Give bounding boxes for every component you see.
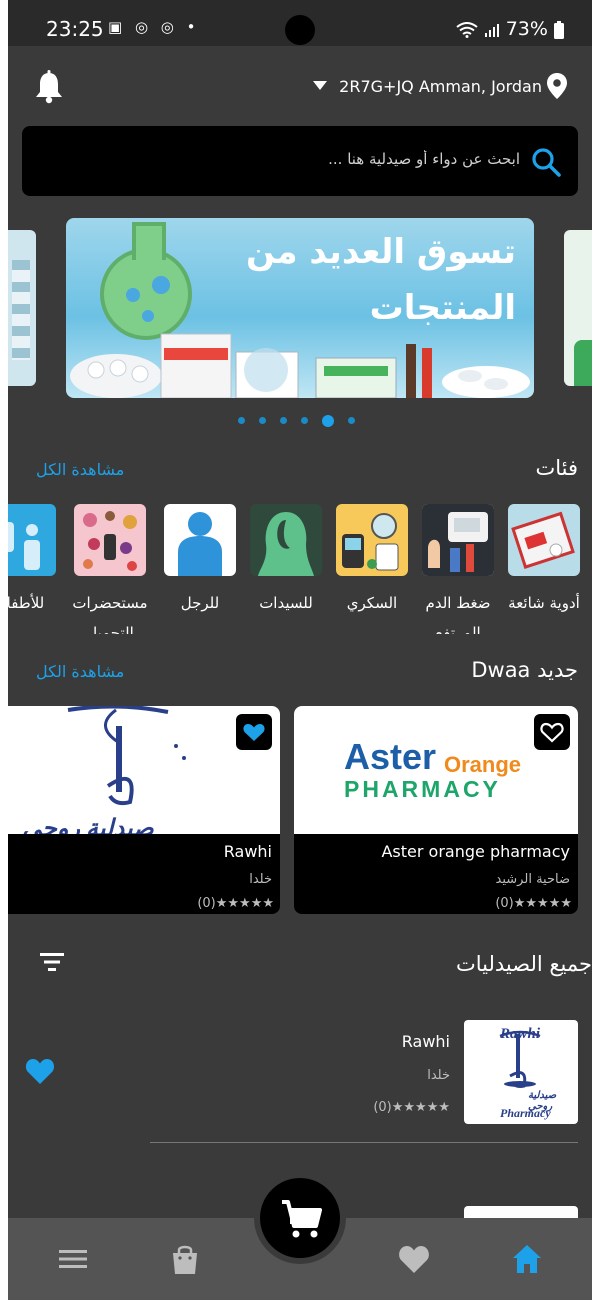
pharmacy-name: Rawhi [401, 1032, 450, 1051]
heart-filled-icon[interactable] [24, 1056, 56, 1086]
category-image [422, 504, 494, 576]
carousel-dot[interactable] [259, 417, 266, 424]
banner-prev-peek[interactable] [8, 230, 36, 386]
logo-subtext: PHARMACY [344, 776, 501, 802]
cart-button[interactable] [260, 1178, 340, 1258]
category-image [164, 504, 236, 576]
cart-icon [282, 1200, 322, 1238]
search-bar[interactable] [22, 126, 578, 196]
pharmacy-rating: (0)★★★★★ [373, 1100, 450, 1115]
new-dwaa-title: جديد Dwaa [471, 658, 578, 682]
category-label: للأطفال [8, 594, 45, 612]
bag-icon[interactable] [168, 1242, 202, 1276]
promo-banner[interactable]: تسوق العديد من المنتجات [66, 218, 534, 398]
logo-text: Aster [344, 736, 437, 777]
status-time: 23:25 [46, 17, 104, 41]
category-common-medicines[interactable]: أدوية شائعة [508, 504, 584, 612]
pharmacy-card-aster[interactable]: Aster Orange PHARMACY Aster orange pharm… [294, 706, 578, 914]
caret-down-icon [313, 81, 328, 90]
category-image [336, 504, 408, 576]
status-right: 73% [456, 18, 564, 40]
favorite-button[interactable] [534, 714, 570, 750]
pharmacy-rating: (0)★★★★★ [495, 896, 572, 911]
pharmacy-name: Aster orange pharmacy [381, 842, 570, 861]
category-label: السكري [346, 594, 398, 612]
location-text: 2R7G+JQ Amman, Jordan [339, 77, 542, 96]
logo-accent: Orange [444, 752, 522, 777]
category-label: أدوية شائعة [508, 594, 580, 612]
bell-icon[interactable] [34, 70, 64, 104]
category-men[interactable]: للرجل [164, 504, 240, 612]
category-label: للرجل [180, 594, 220, 612]
home-icon[interactable] [510, 1242, 544, 1276]
logo-arabic: صيدلية روحي [528, 1090, 557, 1112]
category-label: للسيدات [259, 594, 313, 612]
pharmacy-rating: (0)★★★★★ [197, 896, 274, 911]
category-image [250, 504, 322, 576]
category-diabetes[interactable]: السكري [336, 504, 412, 612]
battery-icon [554, 20, 564, 39]
categories-title: فئات [535, 456, 578, 480]
banner-next-peek[interactable] [564, 230, 592, 386]
pharmacy-card-rawhi[interactable]: صيدلية روحي Rawhi خلدا (0)★★★★★ [8, 706, 280, 914]
location-selector[interactable]: 2R7G+JQ Amman, Jordan [313, 77, 542, 96]
favorite-button[interactable] [236, 714, 272, 750]
categories-row: أدوية شائعة ضغط الدم المرتفع السكري للسي… [8, 504, 592, 634]
pharmacy-list-item[interactable]: Rawhi Pharmacy صيدلية روحي Rawhi خلدا (0… [8, 1018, 592, 1130]
all-pharmacies-title: جميع الصيدليات [455, 952, 592, 976]
pharmacy-name: Rawhi [223, 842, 272, 861]
carousel-dot[interactable] [348, 417, 355, 424]
category-cosmetics[interactable]: مستحضرات التجميل [72, 504, 150, 634]
app-screen: 23:25 ▣ ◎ ◎ • 73% 2R7G+JQ Amman, Jordan [8, 0, 592, 1300]
category-image [74, 504, 146, 576]
category-image [8, 504, 56, 576]
logo-text: صيدلية روحي [22, 816, 154, 834]
list-divider [150, 1142, 578, 1143]
camera-cutout [285, 15, 315, 45]
filter-icon[interactable] [38, 950, 66, 974]
pharmacy-thumbnail: Rawhi Pharmacy صيدلية روحي [464, 1020, 578, 1124]
category-image [508, 504, 580, 576]
category-women[interactable]: للسيدات [250, 504, 326, 612]
carousel-dot-active[interactable] [322, 414, 334, 427]
new-dwaa-see-all-link[interactable]: مشاهدة الكل [36, 662, 124, 681]
pharmacy-area: خلدا [249, 872, 272, 887]
category-label: مستحضرات التجميل [72, 594, 148, 634]
pharmacy-area: خلدا [427, 1068, 450, 1083]
logo-initial: Rawhi [500, 1026, 541, 1042]
category-label: ضغط الدم المرتفع [425, 594, 491, 634]
heart-icon[interactable] [397, 1242, 431, 1276]
carousel-indicators [238, 410, 369, 427]
notification-icons: ▣ ◎ ◎ • [108, 18, 200, 36]
heart-outline-icon [540, 722, 564, 743]
categories-see-all-link[interactable]: مشاهدة الكل [36, 460, 124, 479]
wifi-icon [456, 21, 478, 38]
menu-icon[interactable] [56, 1242, 90, 1276]
banner-headline: تسوق العديد من المنتجات [245, 232, 516, 328]
pharmacy-area: ضاحية الرشيد [495, 872, 570, 887]
location-pin-icon[interactable] [546, 72, 568, 100]
carousel-dot[interactable] [301, 417, 308, 424]
carousel-dot[interactable] [280, 417, 287, 424]
signal-icon [484, 23, 499, 37]
status-bar: 23:25 ▣ ◎ ◎ • 73% [8, 0, 592, 46]
heart-filled-icon [243, 724, 265, 741]
search-icon[interactable] [530, 146, 562, 178]
carousel-dot[interactable] [238, 417, 245, 424]
category-high-blood-pressure[interactable]: ضغط الدم المرتفع [422, 504, 498, 634]
search-input[interactable] [100, 150, 520, 168]
battery-percent: 73% [505, 18, 548, 40]
new-pharmacies-row: Aster Orange PHARMACY Aster orange pharm… [8, 706, 592, 916]
category-kids[interactable]: للأطفال [8, 504, 60, 612]
